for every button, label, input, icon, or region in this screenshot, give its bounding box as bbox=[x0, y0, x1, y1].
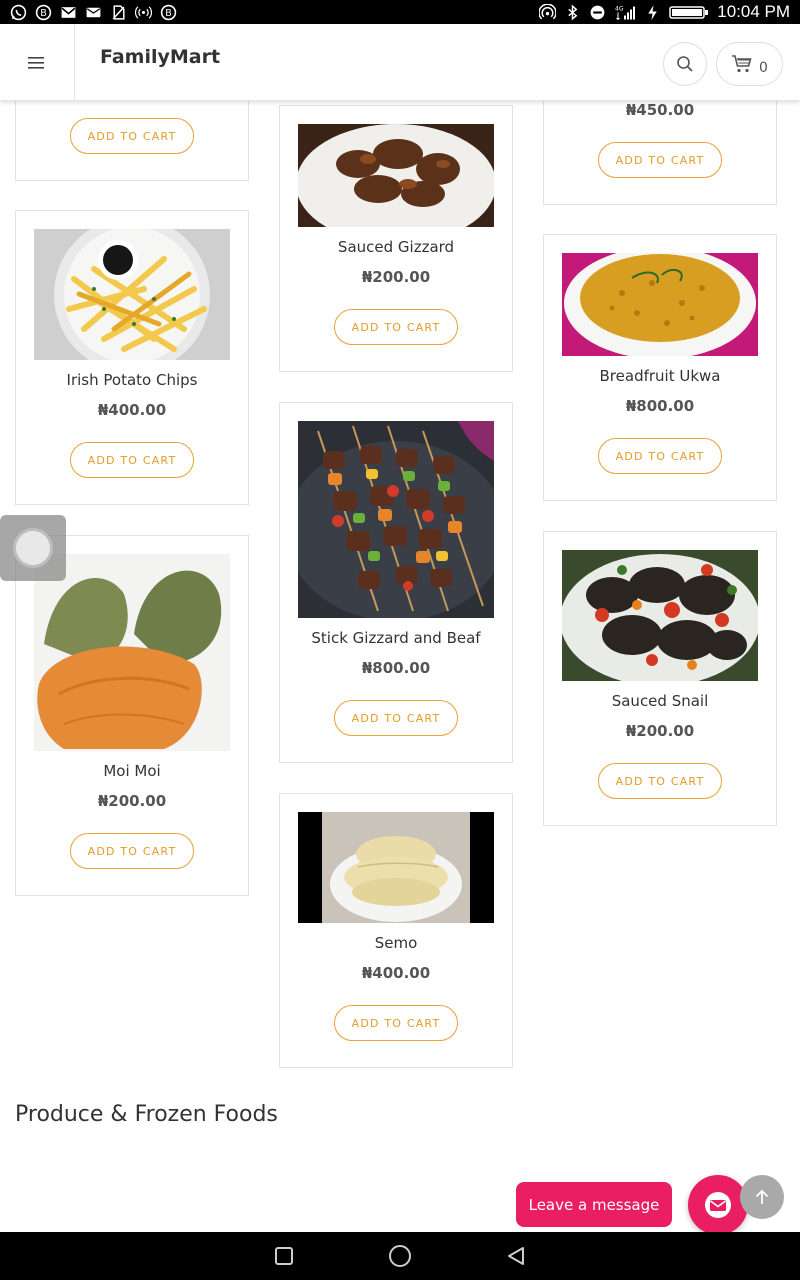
back-icon[interactable] bbox=[505, 1245, 527, 1267]
product-card-stick-gizzard: Stick Gizzard and Beaf ₦800.00 ADD TO CA… bbox=[279, 402, 513, 763]
gmail-icon bbox=[60, 4, 77, 21]
product-name[interactable]: Breadfruit Ukwa bbox=[544, 367, 776, 385]
b-app-icon: B bbox=[35, 4, 52, 21]
status-bar: B B 4G 10:04 PM bbox=[0, 0, 800, 24]
product-name[interactable]: Sauced Gizzard bbox=[280, 238, 512, 256]
cart-button[interactable]: 0 bbox=[716, 42, 783, 86]
product-card-moi-moi: Moi Moi ₦200.00 ADD TO CART bbox=[15, 535, 249, 896]
add-to-cart-button[interactable]: ADD TO CART bbox=[598, 142, 722, 178]
add-to-cart-button[interactable]: ADD TO CART bbox=[334, 1005, 458, 1041]
product-card-breadfruit-ukwa: Breadfruit Ukwa ₦800.00 ADD TO CART bbox=[543, 234, 777, 501]
search-icon bbox=[677, 56, 693, 72]
whatsapp-icon bbox=[10, 4, 27, 21]
recents-icon[interactable] bbox=[273, 1245, 295, 1267]
cart-count: 0 bbox=[759, 60, 768, 76]
notification-icons: B B bbox=[10, 4, 177, 21]
product-card-sauced-gizzard: Sauced Gizzard ₦200.00 ADD TO CART bbox=[279, 105, 513, 372]
add-to-cart-button[interactable]: ADD TO CART bbox=[70, 833, 194, 869]
product-price: ₦200.00 bbox=[361, 268, 431, 286]
bluetooth-icon bbox=[564, 4, 581, 21]
product-price: ₦800.00 bbox=[361, 659, 431, 677]
brand-name[interactable]: FamilyMart bbox=[100, 46, 220, 68]
cart-icon bbox=[732, 55, 752, 73]
add-to-cart-button[interactable]: ADD TO CART bbox=[598, 438, 722, 474]
broadcast-icon bbox=[135, 4, 152, 21]
hamburger-icon bbox=[28, 56, 44, 69]
battery-icon bbox=[669, 4, 709, 21]
product-price: ₦200.00 bbox=[625, 722, 695, 740]
system-icons: 4G 10:04 PM bbox=[539, 2, 790, 22]
app-header: FamilyMart 0 bbox=[0, 24, 800, 101]
add-to-cart-button[interactable]: ADD TO CART bbox=[598, 763, 722, 799]
chat-button[interactable] bbox=[688, 1175, 748, 1235]
product-name[interactable]: Stick Gizzard and Beaf bbox=[280, 629, 512, 647]
product-name[interactable]: Moi Moi bbox=[16, 762, 248, 780]
arrow-up-icon bbox=[755, 1189, 769, 1204]
product-image[interactable] bbox=[34, 554, 230, 751]
product-name[interactable]: Irish Potato Chips bbox=[16, 371, 248, 389]
product-card-semo: Semo ₦400.00 ADD TO CART bbox=[279, 793, 513, 1068]
charging-icon bbox=[644, 4, 661, 21]
add-to-cart-button[interactable]: ADD TO CART bbox=[70, 442, 194, 478]
assistive-touch-button[interactable] bbox=[0, 515, 66, 581]
add-to-cart-button[interactable]: ADD TO CART bbox=[334, 700, 458, 736]
product-price: ₦200.00 bbox=[97, 792, 167, 810]
svg-text:B: B bbox=[40, 8, 47, 19]
product-name[interactable]: Sauced Snail bbox=[544, 692, 776, 710]
product-card-sauced-snail: Sauced Snail ₦200.00 ADD TO CART bbox=[543, 531, 777, 826]
product-image[interactable] bbox=[562, 550, 758, 681]
search-button[interactable] bbox=[663, 42, 707, 86]
b-app-icon: B bbox=[160, 4, 177, 21]
product-image[interactable] bbox=[298, 124, 494, 227]
product-price: ₦400.00 bbox=[97, 401, 167, 419]
svg-text:4G: 4G bbox=[615, 5, 624, 12]
product-image[interactable] bbox=[298, 421, 494, 618]
assistive-touch-icon bbox=[13, 528, 53, 568]
leave-message-label[interactable]: Leave a message bbox=[516, 1182, 672, 1227]
signal-icon: 4G bbox=[614, 4, 636, 21]
mail-icon bbox=[705, 1192, 731, 1218]
svg-text:B: B bbox=[165, 8, 172, 19]
dnd-icon bbox=[589, 4, 606, 21]
no-sim-icon bbox=[110, 4, 127, 21]
hotspot-icon bbox=[539, 3, 557, 21]
mail-icon bbox=[85, 4, 102, 21]
menu-button[interactable] bbox=[0, 24, 75, 101]
product-image[interactable] bbox=[34, 229, 230, 360]
home-icon[interactable] bbox=[387, 1243, 413, 1269]
clock: 10:04 PM bbox=[717, 2, 790, 21]
product-price: ₦800.00 bbox=[625, 397, 695, 415]
system-nav-bar bbox=[0, 1232, 800, 1280]
section-title: Produce & Frozen Foods bbox=[15, 1102, 278, 1127]
add-to-cart-button[interactable]: ADD TO CART bbox=[70, 118, 194, 154]
scroll-to-top-button[interactable] bbox=[740, 1175, 784, 1219]
product-price: ₦450.00 bbox=[625, 101, 695, 119]
product-name[interactable]: Semo bbox=[280, 934, 512, 952]
add-to-cart-button[interactable]: ADD TO CART bbox=[334, 309, 458, 345]
product-card-irish-potato-chips: Irish Potato Chips ₦400.00 ADD TO CART bbox=[15, 210, 249, 505]
product-image[interactable] bbox=[562, 253, 758, 356]
product-image[interactable] bbox=[298, 812, 494, 923]
product-price: ₦400.00 bbox=[361, 964, 431, 982]
